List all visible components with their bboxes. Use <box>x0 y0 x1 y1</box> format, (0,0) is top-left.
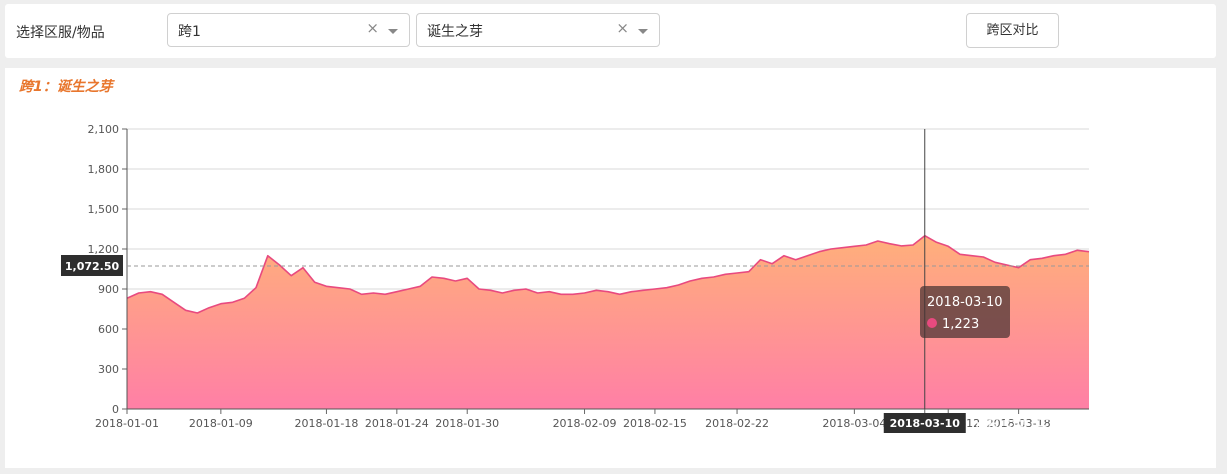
y-tick-label: 1,800 <box>88 163 120 176</box>
x-tick-label: 2018-02-15 <box>623 417 687 430</box>
average-label: 1,072.50 <box>65 260 120 273</box>
price-chart: 0 300 600 900 1,200 1,500 1,800 2,100 2018-01-01… <box>61 123 1090 433</box>
watermark: 悟空问答 <box>975 416 1084 446</box>
y-tick-label: 900 <box>98 283 119 296</box>
x-tick-label: 2018-01-01 <box>95 417 159 430</box>
crosshair-label: 2018-03-10 <box>890 417 961 430</box>
y-tick-label: 600 <box>98 323 119 336</box>
tooltip-value: 1,223 <box>942 317 979 332</box>
x-tick-label: 2018-03-04 <box>822 417 886 430</box>
x-tick-label: 2018-02-22 <box>705 417 769 430</box>
tooltip-marker <box>927 318 937 328</box>
tooltip-date: 2018-03-10 <box>927 295 1003 310</box>
y-tick-label: 2,100 <box>88 123 120 136</box>
y-tick-label: 1,200 <box>88 243 120 256</box>
x-tick-label: 2018-02-09 <box>553 417 617 430</box>
y-tick-label: 300 <box>98 363 119 376</box>
y-tick-label: 0 <box>112 403 119 416</box>
x-tick-label: 2018-01-24 <box>365 417 429 430</box>
y-tick-label: 1,500 <box>88 203 120 216</box>
x-tick-label: 2018-01-18 <box>294 417 358 430</box>
x-tick-label: 2018-01-30 <box>435 417 499 430</box>
x-tick-label: 2018-01-09 <box>189 417 253 430</box>
